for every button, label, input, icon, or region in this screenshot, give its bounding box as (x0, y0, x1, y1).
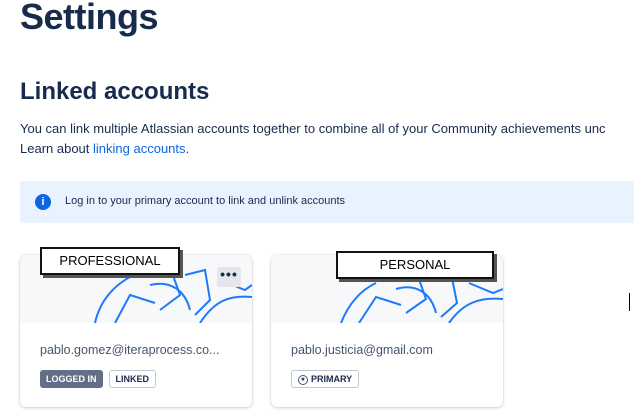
text-cursor-icon (629, 293, 634, 311)
more-actions-button[interactable]: ••• (217, 267, 241, 287)
linking-accounts-link[interactable]: linking accounts (93, 141, 186, 156)
account-card-professional: ••• pablo.gomez@iteraprocess.co... LOGGE… (20, 255, 252, 407)
learn-line: Learn about linking accounts. (20, 139, 634, 159)
star-circle-icon: ★ (298, 374, 308, 385)
account-email: pablo.justicia@gmail.com (291, 343, 433, 357)
info-banner-text: Log in to your primary account to link a… (65, 195, 346, 207)
logged-in-badge: LOGGED IN (40, 370, 103, 388)
annotation-label-personal: PERSONAL (336, 251, 494, 279)
learn-prefix: Learn about (20, 141, 94, 156)
account-badges: ★ PRIMARY (291, 370, 360, 388)
page-title: Settings (20, 0, 159, 37)
info-icon: i (35, 194, 51, 210)
primary-badge: ★ PRIMARY (291, 370, 360, 388)
annotation-label-professional: PROFESSIONAL (40, 247, 180, 275)
learn-suffix: . (185, 141, 190, 156)
description-line: You can link multiple Atlassian accounts… (20, 121, 606, 136)
linked-accounts-description: You can link multiple Atlassian accounts… (20, 119, 634, 159)
primary-badge-label: PRIMARY (311, 374, 353, 384)
linked-accounts-heading: Linked accounts (20, 78, 210, 105)
info-banner: i Log in to your primary account to link… (20, 181, 634, 223)
account-email: pablo.gomez@iteraprocess.co... (40, 343, 220, 357)
account-badges: LOGGED IN LINKED (40, 370, 157, 388)
linked-badge: LINKED (108, 370, 157, 388)
